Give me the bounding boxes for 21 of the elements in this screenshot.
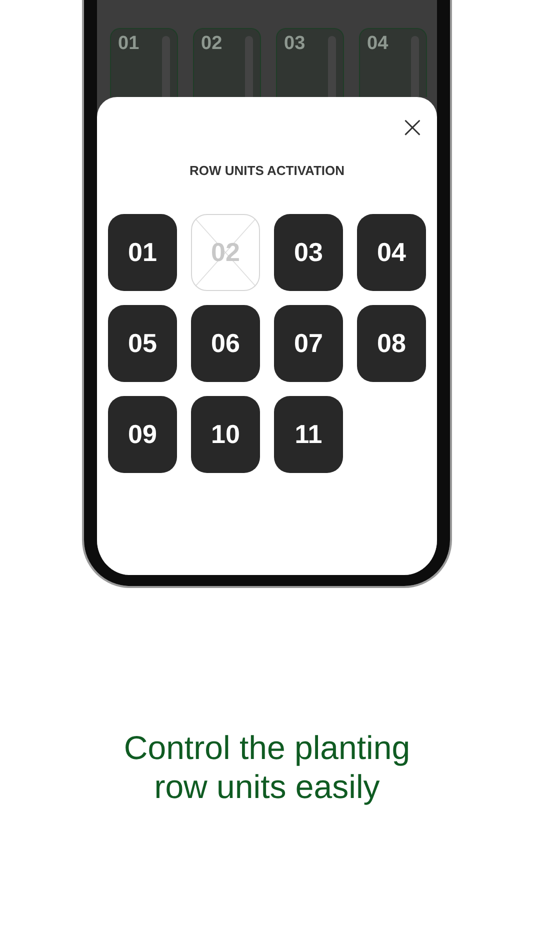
close-button[interactable]: × (400, 115, 425, 141)
row-unit-toggle[interactable]: 06 (191, 305, 260, 382)
row-unit-toggle[interactable]: 10 (191, 396, 260, 473)
tagline: Control the planting row units easily (122, 728, 412, 806)
row-unit-toggle[interactable]: 04 (357, 214, 426, 291)
row-unit-toggle[interactable]: 08 (357, 305, 426, 382)
row-unit-toggle[interactable]: 01 (108, 214, 177, 291)
modal-title: ROW UNITS ACTIVATION (189, 163, 345, 178)
slider-track (162, 36, 170, 97)
slider-track (245, 36, 253, 97)
row-unit-toggle[interactable]: 09 (108, 396, 177, 473)
unit-number: 01 (118, 33, 140, 55)
unit-number: 03 (284, 33, 306, 55)
slider-track (411, 36, 419, 97)
slider-track (328, 36, 336, 97)
row-unit-toggle[interactable]: 11 (274, 396, 343, 473)
row-unit-toggle[interactable]: 07 (274, 305, 343, 382)
row-unit-toggle[interactable]: 05 (108, 305, 177, 382)
unit-number: 04 (367, 33, 388, 55)
row-unit-toggle[interactable]: 03 (274, 214, 343, 291)
unit-number: 02 (201, 33, 222, 55)
